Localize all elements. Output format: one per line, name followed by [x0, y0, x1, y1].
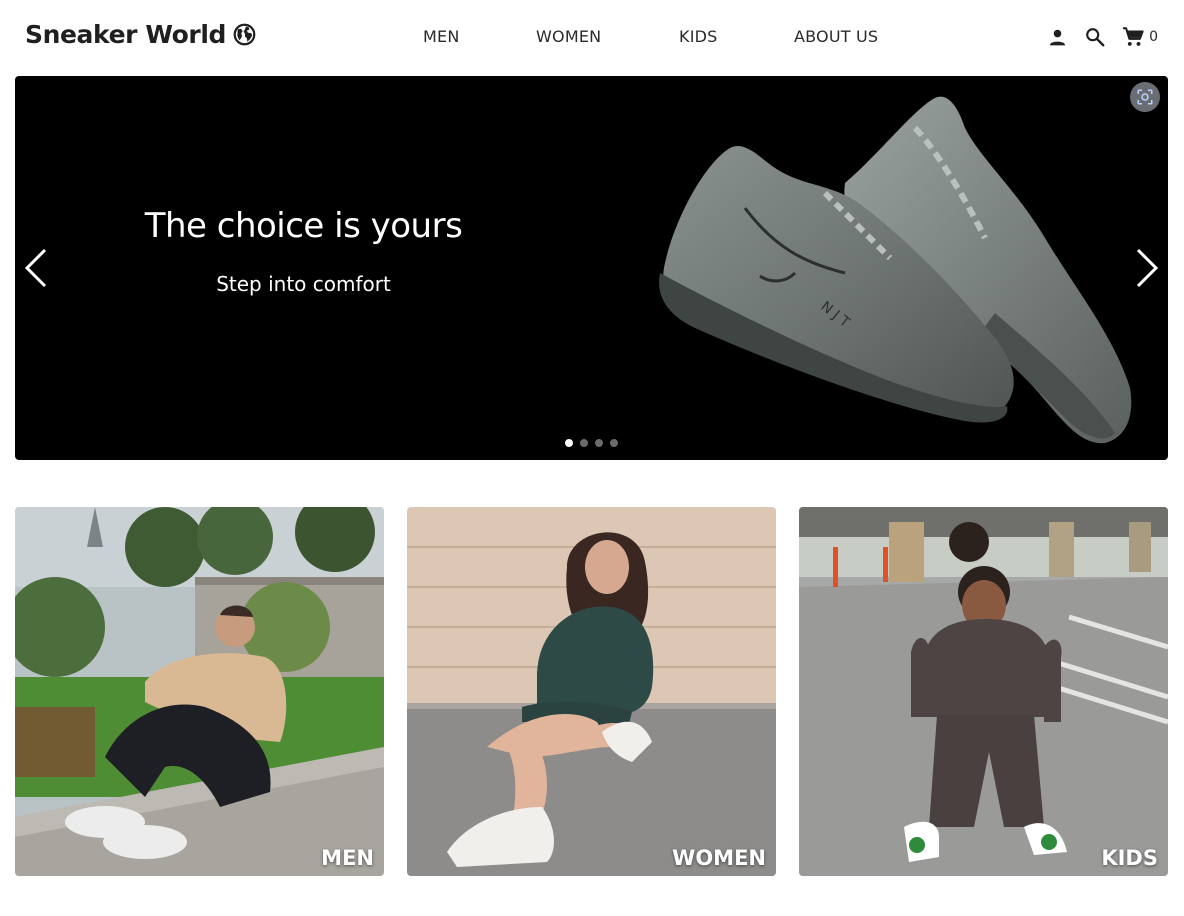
hero-title: The choice is yours — [144, 206, 463, 246]
main-nav: MEN WOMEN KIDS ABOUT US — [0, 27, 1184, 51]
carousel-dot[interactable] — [565, 439, 573, 447]
carousel-dot[interactable] — [580, 439, 588, 447]
nav-kids[interactable]: KIDS — [679, 27, 718, 46]
carousel-dot[interactable] — [595, 439, 603, 447]
nav-men[interactable]: MEN — [423, 27, 459, 46]
carousel-indicators — [565, 439, 618, 447]
nav-women[interactable]: WOMEN — [536, 27, 601, 46]
carousel-prev-button[interactable] — [23, 246, 51, 290]
cart-button[interactable]: 0 — [1122, 26, 1158, 48]
category-card-men[interactable]: MEN — [15, 507, 384, 876]
hero-subtitle: Step into comfort — [216, 272, 391, 296]
category-label: WOMEN — [672, 846, 766, 870]
category-label: MEN — [321, 846, 374, 870]
carousel-next-button[interactable] — [1132, 246, 1160, 290]
carousel-dot[interactable] — [610, 439, 618, 447]
category-label: KIDS — [1101, 846, 1158, 870]
nav-about-us[interactable]: ABOUT US — [794, 27, 878, 46]
category-card-kids[interactable]: KIDS — [799, 507, 1168, 876]
women-category-image — [407, 507, 776, 876]
kids-category-image — [799, 507, 1168, 876]
user-icon[interactable] — [1047, 27, 1068, 48]
visual-search-icon[interactable] — [1130, 82, 1160, 112]
hero-sneakers-image: N J T — [659, 96, 1132, 444]
header-actions: 0 — [1047, 26, 1158, 48]
hero-carousel: N J T The choice is yours Step into comf… — [15, 76, 1168, 460]
cart-icon[interactable] — [1122, 26, 1144, 48]
search-icon[interactable] — [1084, 26, 1106, 48]
category-card-women[interactable]: WOMEN — [407, 507, 776, 876]
cart-count: 0 — [1149, 29, 1158, 45]
site-header: Sneaker World MEN WOMEN KIDS ABOUT US 0 — [0, 0, 1184, 76]
men-category-image — [15, 507, 384, 876]
